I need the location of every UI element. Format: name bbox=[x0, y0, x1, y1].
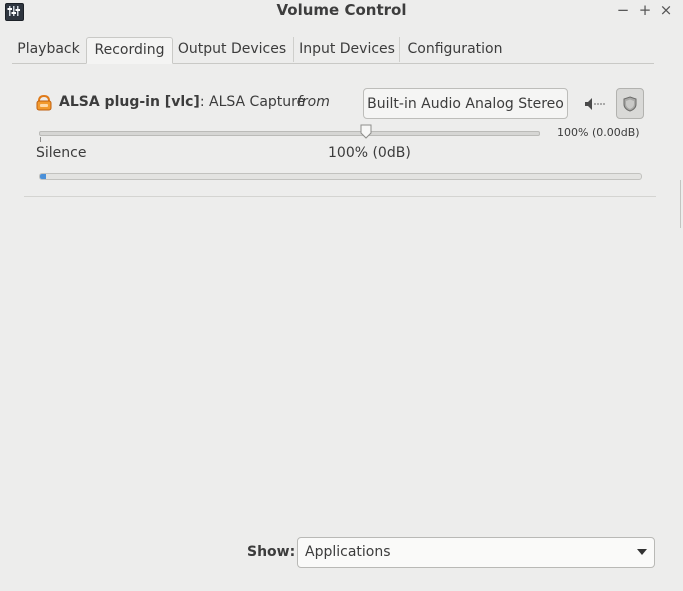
stream-separator: : bbox=[199, 94, 209, 110]
stream-title: ALSA plug-in [vlc]: ALSA Capture bbox=[59, 94, 305, 110]
speaker-muted-icon[interactable] bbox=[584, 96, 606, 112]
scrollbar-edge[interactable] bbox=[680, 180, 681, 228]
tab-playback[interactable]: Playback bbox=[12, 37, 85, 62]
stream-name: ALSA plug-in [vlc] bbox=[59, 94, 200, 110]
volume-readout: 100% (0.00dB) bbox=[557, 126, 640, 139]
stream-description: ALSA Capture bbox=[209, 94, 306, 110]
lock-channels-button[interactable] bbox=[616, 88, 644, 119]
tab-input-devices[interactable]: Input Devices bbox=[293, 37, 400, 62]
stream-from-label: from bbox=[297, 94, 330, 110]
tab-configuration[interactable]: Configuration bbox=[399, 37, 510, 62]
show-select-value: Applications bbox=[305, 544, 391, 560]
close-button[interactable]: × bbox=[656, 0, 676, 20]
application-stream-icon bbox=[36, 94, 52, 111]
slider-tick-mark bbox=[40, 137, 41, 142]
level-meter-fill bbox=[40, 174, 46, 179]
minimize-button[interactable]: − bbox=[613, 0, 633, 20]
volume-slider-track[interactable] bbox=[39, 131, 540, 136]
tab-recording[interactable]: Recording bbox=[86, 37, 173, 64]
window-title: Volume Control bbox=[276, 1, 407, 19]
tab-bar: Playback Recording Output Devices Input … bbox=[12, 37, 654, 64]
shield-icon bbox=[623, 96, 637, 112]
chevron-down-icon bbox=[637, 549, 647, 555]
show-label: Show: bbox=[247, 544, 296, 560]
scale-silence-label: Silence bbox=[36, 145, 87, 161]
maximize-button[interactable]: + bbox=[635, 0, 655, 20]
level-meter bbox=[39, 173, 642, 180]
tab-output-devices[interactable]: Output Devices bbox=[173, 37, 291, 62]
recording-panel bbox=[12, 63, 668, 583]
volume-slider-handle[interactable] bbox=[360, 124, 372, 139]
scale-100-label: 100% (0dB) bbox=[328, 145, 411, 161]
source-device-button[interactable]: Built-in Audio Analog Stereo bbox=[363, 88, 568, 119]
title-bar: Volume Control − + × bbox=[0, 0, 683, 22]
show-filter-select[interactable]: Applications bbox=[297, 537, 655, 568]
stream-divider bbox=[24, 196, 656, 197]
